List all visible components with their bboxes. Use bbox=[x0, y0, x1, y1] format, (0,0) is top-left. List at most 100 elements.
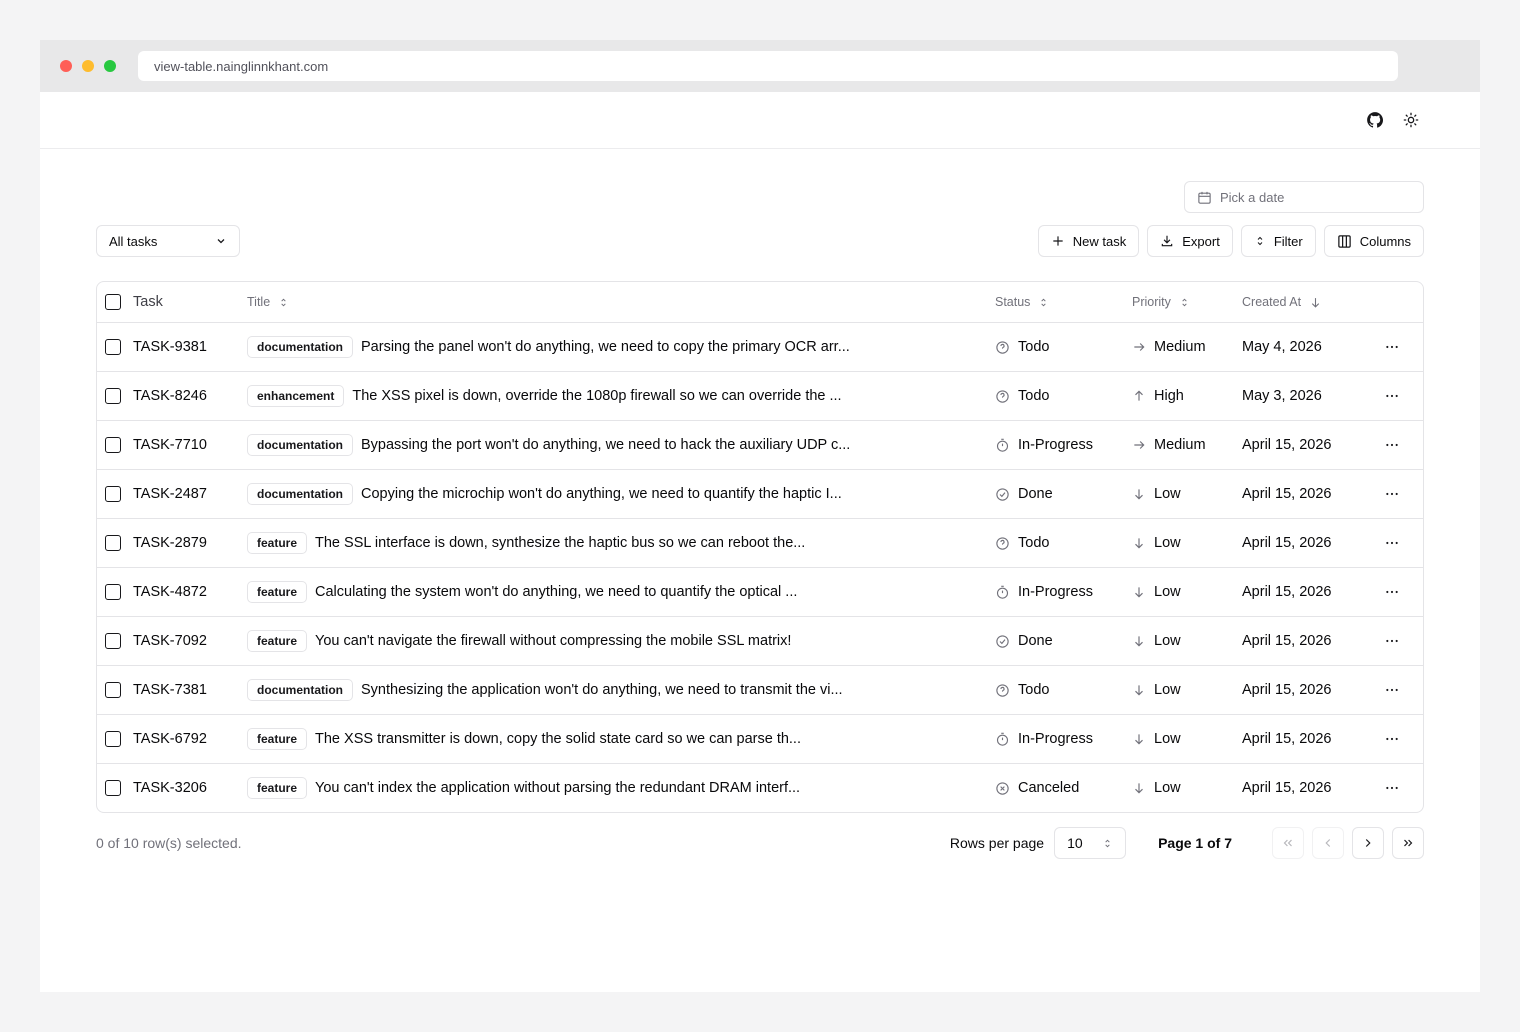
close-window-dot[interactable] bbox=[60, 60, 72, 72]
row-checkbox[interactable] bbox=[105, 633, 121, 649]
row-actions-button[interactable] bbox=[1372, 535, 1412, 551]
arrow-down-icon bbox=[1132, 536, 1146, 550]
priority-cell: Low bbox=[1132, 584, 1242, 600]
table-row[interactable]: TASK-8246 enhancement The XSS pixel is d… bbox=[97, 371, 1423, 420]
chevron-down-icon bbox=[215, 235, 227, 247]
label-badge: feature bbox=[247, 532, 308, 554]
task-id: TASK-6792 bbox=[133, 731, 207, 747]
arrow-down-icon bbox=[1132, 781, 1146, 795]
header-title[interactable]: Title bbox=[247, 295, 995, 309]
header-created[interactable]: Created At bbox=[1242, 295, 1372, 309]
stopwatch-icon bbox=[995, 438, 1010, 453]
status-cell: Canceled bbox=[995, 780, 1132, 796]
task-title-cell: feature You can't navigate the firewall … bbox=[247, 630, 995, 652]
date-picker[interactable]: Pick a date bbox=[1184, 181, 1424, 213]
arrow-right-icon bbox=[1132, 438, 1146, 452]
more-horizontal-icon bbox=[1384, 388, 1400, 404]
last-page-button[interactable] bbox=[1392, 827, 1424, 859]
row-actions-button[interactable] bbox=[1372, 388, 1412, 404]
row-actions-button[interactable] bbox=[1372, 633, 1412, 649]
header-priority[interactable]: Priority bbox=[1132, 295, 1242, 309]
check-circle-icon bbox=[995, 634, 1010, 649]
priority-label: Medium bbox=[1154, 339, 1206, 355]
more-horizontal-icon bbox=[1384, 339, 1400, 355]
new-task-label: New task bbox=[1072, 233, 1127, 249]
row-checkbox[interactable] bbox=[105, 437, 121, 453]
table-row[interactable]: TASK-2879 feature The SSL interface is d… bbox=[97, 518, 1423, 567]
more-horizontal-icon bbox=[1384, 584, 1400, 600]
priority-label: Low bbox=[1154, 535, 1181, 551]
question-circle-icon bbox=[995, 683, 1010, 698]
task-title-cell: feature The XSS transmitter is down, cop… bbox=[247, 728, 995, 750]
task-title: The XSS pixel is down, override the 1080… bbox=[352, 388, 842, 404]
chevron-left-icon bbox=[1321, 836, 1335, 850]
header-priority-label: Priority bbox=[1132, 295, 1171, 309]
row-checkbox[interactable] bbox=[105, 682, 121, 698]
rows-per-page-select[interactable]: 10 bbox=[1054, 827, 1127, 859]
row-actions-button[interactable] bbox=[1372, 486, 1412, 502]
row-checkbox[interactable] bbox=[105, 486, 121, 502]
table-row[interactable]: TASK-2487 documentation Copying the micr… bbox=[97, 469, 1423, 518]
view-select[interactable]: All tasks bbox=[96, 225, 240, 257]
row-actions-button[interactable] bbox=[1372, 584, 1412, 600]
label-badge: feature bbox=[247, 777, 308, 799]
previous-page-button[interactable] bbox=[1312, 827, 1344, 859]
created-date: April 15, 2026 bbox=[1242, 535, 1332, 551]
table-row[interactable]: TASK-7092 feature You can't navigate the… bbox=[97, 616, 1423, 665]
row-checkbox[interactable] bbox=[105, 584, 121, 600]
sun-icon[interactable] bbox=[1400, 109, 1422, 131]
arrow-down-icon bbox=[1309, 296, 1322, 309]
task-title: Calculating the system won't do anything… bbox=[315, 584, 798, 600]
task-title: You can't navigate the firewall without … bbox=[315, 633, 792, 649]
row-checkbox[interactable] bbox=[105, 339, 121, 355]
table-row[interactable]: TASK-6792 feature The XSS transmitter is… bbox=[97, 714, 1423, 763]
row-checkbox[interactable] bbox=[105, 780, 121, 796]
row-actions-button[interactable] bbox=[1372, 780, 1412, 796]
table-row[interactable]: TASK-3206 feature You can't index the ap… bbox=[97, 763, 1423, 812]
table-row[interactable]: TASK-7381 documentation Synthesizing the… bbox=[97, 665, 1423, 714]
row-actions-button[interactable] bbox=[1372, 731, 1412, 747]
filter-label: Filter bbox=[1273, 233, 1303, 249]
minimize-window-dot[interactable] bbox=[82, 60, 94, 72]
status-label: In-Progress bbox=[1018, 731, 1093, 747]
row-actions-button[interactable] bbox=[1372, 437, 1412, 453]
more-horizontal-icon bbox=[1384, 780, 1400, 796]
table-row[interactable]: TASK-7710 documentation Bypassing the po… bbox=[97, 420, 1423, 469]
columns-button[interactable]: Columns bbox=[1323, 225, 1424, 257]
label-badge: feature bbox=[247, 630, 308, 652]
table-row[interactable]: TASK-4872 feature Calculating the system… bbox=[97, 567, 1423, 616]
row-checkbox[interactable] bbox=[105, 388, 121, 404]
row-actions-button[interactable] bbox=[1372, 682, 1412, 698]
row-checkbox[interactable] bbox=[105, 731, 121, 747]
table-body: TASK-9381 documentation Parsing the pane… bbox=[97, 322, 1423, 812]
priority-label: Low bbox=[1154, 633, 1181, 649]
maximize-window-dot[interactable] bbox=[104, 60, 116, 72]
status-cell: Todo bbox=[995, 339, 1132, 355]
row-actions-button[interactable] bbox=[1372, 339, 1412, 355]
first-page-button[interactable] bbox=[1272, 827, 1304, 859]
task-title-cell: feature You can't index the application … bbox=[247, 777, 995, 799]
status-label: In-Progress bbox=[1018, 437, 1093, 453]
select-all-checkbox[interactable] bbox=[105, 294, 121, 310]
address-bar[interactable]: view-table.nainglinnkhant.com bbox=[138, 51, 1398, 81]
stopwatch-icon bbox=[995, 732, 1010, 747]
github-icon[interactable] bbox=[1364, 109, 1386, 131]
task-id: TASK-2487 bbox=[133, 486, 207, 502]
priority-label: Medium bbox=[1154, 437, 1206, 453]
filter-button[interactable]: Filter bbox=[1240, 225, 1316, 257]
label-badge: documentation bbox=[247, 434, 353, 456]
sort-chevrons-icon bbox=[1102, 838, 1113, 849]
arrow-right-icon bbox=[1132, 340, 1146, 354]
task-id: TASK-2879 bbox=[133, 535, 207, 551]
arrow-down-icon bbox=[1132, 487, 1146, 501]
row-checkbox[interactable] bbox=[105, 535, 121, 551]
next-page-button[interactable] bbox=[1352, 827, 1384, 859]
status-label: Todo bbox=[1018, 339, 1050, 355]
task-title: Bypassing the port won't do anything, we… bbox=[361, 437, 851, 453]
new-task-button[interactable]: New task bbox=[1037, 225, 1140, 257]
export-button[interactable]: Export bbox=[1147, 225, 1233, 257]
header-status[interactable]: Status bbox=[995, 295, 1132, 309]
table-row[interactable]: TASK-9381 documentation Parsing the pane… bbox=[97, 322, 1423, 371]
priority-label: Low bbox=[1154, 682, 1181, 698]
priority-cell: High bbox=[1132, 388, 1242, 404]
